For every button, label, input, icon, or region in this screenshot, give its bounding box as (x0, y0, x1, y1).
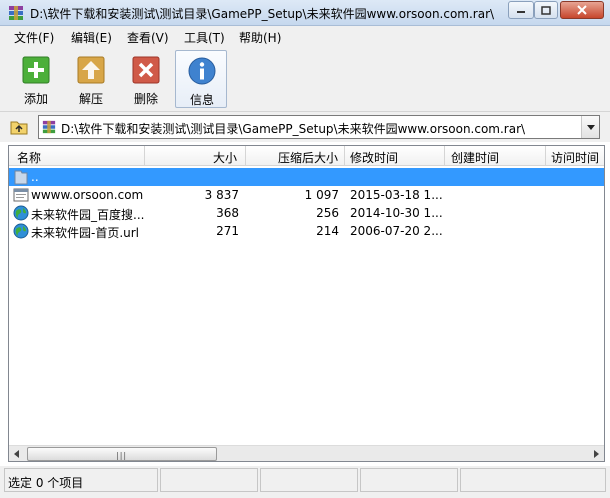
file-packed-size: 256 (316, 206, 339, 220)
file-size: 271 (216, 224, 239, 238)
status-text: 选定 0 个项目 (8, 476, 84, 490)
scroll-thumb[interactable]: ||| (27, 447, 217, 461)
file-size: 3 837 (204, 188, 239, 202)
grip-icon: ||| (116, 451, 128, 460)
add-icon (22, 56, 50, 84)
url-globe-icon (13, 205, 29, 221)
title-bar: D:\软件下载和安装测试\测试目录\GamePP_Setup\未来软件园www.… (0, 0, 610, 26)
file-size: 368 (216, 206, 239, 220)
delete-icon (132, 56, 160, 84)
status-pane-selection: 选定 0 个项目 (4, 468, 158, 492)
column-accessed[interactable]: 访问时间 (551, 149, 599, 166)
list-item[interactable]: 未来软件园-首页.url 271 214 2006-07-20 2... (9, 222, 604, 240)
path-bar: D:\软件下载和安装测试\测试目录\GamePP_Setup\未来软件园www.… (0, 112, 610, 142)
maximize-icon (541, 5, 551, 15)
file-name: wwww.orsoon.com (31, 188, 144, 202)
window-title: D:\软件下载和安装测试\测试目录\GamePP_Setup\未来软件园www.… (30, 7, 495, 21)
file-list[interactable]: 名称 大小 压缩后大小 修改时间 创建时间 访问时间 .. wwww.orsoo… (8, 145, 605, 462)
scroll-right-button[interactable] (588, 446, 604, 462)
add-button[interactable]: 添加 (10, 50, 62, 108)
menu-help[interactable]: 帮助(H) (239, 29, 281, 46)
column-divider[interactable] (545, 146, 546, 166)
arrow-left-icon (14, 450, 19, 458)
arrow-right-icon (594, 450, 599, 458)
column-packed-size[interactable]: 压缩后大小 (278, 149, 338, 166)
file-packed-size: 1 097 (304, 188, 339, 202)
horizontal-scrollbar[interactable]: ||| (9, 445, 604, 461)
delete-button[interactable]: 删除 (120, 50, 172, 108)
extract-label: 解压 (78, 92, 103, 106)
menu-file[interactable]: 文件(F) (14, 29, 54, 46)
file-modified: 2006-07-20 2... (350, 224, 443, 238)
url-globe-icon (13, 223, 29, 239)
menu-bar: 文件(F) 编辑(E) 查看(V) 工具(T) 帮助(H) (0, 26, 610, 46)
list-header: 名称 大小 压缩后大小 修改时间 创建时间 访问时间 (9, 146, 604, 166)
file-name: .. (31, 170, 39, 184)
column-divider[interactable] (444, 146, 445, 166)
file-modified: 2015-03-18 1... (350, 188, 443, 202)
column-created[interactable]: 创建时间 (451, 149, 499, 166)
delete-label: 删除 (133, 92, 158, 106)
close-icon (577, 5, 587, 15)
minimize-button[interactable] (508, 1, 534, 19)
column-modified[interactable]: 修改时间 (350, 149, 398, 166)
status-bar: 选定 0 个项目 (0, 466, 610, 498)
toolbar: 添加 解压 删除 信息 (0, 46, 610, 112)
column-divider[interactable] (344, 146, 345, 166)
extract-button[interactable]: 解压 (65, 50, 117, 108)
menu-tools[interactable]: 工具(T) (184, 29, 225, 46)
chevron-down-icon (587, 125, 595, 130)
status-pane (360, 468, 458, 492)
file-name: 未来软件园_百度搜... (31, 208, 145, 222)
list-item[interactable]: 未来软件园_百度搜... 368 256 2014-10-30 1... (9, 204, 604, 222)
folder-up-icon[interactable] (10, 119, 28, 135)
archive-icon (42, 120, 56, 134)
path-dropdown-button[interactable] (581, 116, 599, 138)
path-combobox[interactable]: D:\软件下载和安装测试\测试目录\GamePP_Setup\未来软件园www.… (38, 115, 600, 139)
column-size[interactable]: 大小 (213, 149, 237, 166)
menu-view[interactable]: 查看(V) (127, 29, 169, 46)
close-button[interactable] (560, 1, 604, 19)
rar-app-icon (9, 6, 23, 20)
maximize-button[interactable] (534, 1, 558, 19)
file-packed-size: 214 (316, 224, 339, 238)
column-divider[interactable] (144, 146, 145, 166)
info-label: 信息 (189, 93, 214, 107)
list-item[interactable]: .. (9, 168, 604, 186)
info-button[interactable]: 信息 (175, 50, 227, 108)
status-pane (460, 468, 606, 492)
add-label: 添加 (23, 92, 48, 106)
path-text: D:\软件下载和安装测试\测试目录\GamePP_Setup\未来软件园www.… (61, 122, 526, 136)
status-pane (160, 468, 258, 492)
file-icon (13, 188, 29, 202)
minimize-icon (517, 11, 525, 13)
column-name[interactable]: 名称 (17, 149, 41, 166)
extract-icon (77, 56, 105, 84)
scroll-left-button[interactable] (9, 446, 25, 462)
parent-folder-icon (14, 170, 28, 185)
list-item[interactable]: wwww.orsoon.com 3 837 1 097 2015-03-18 1… (9, 186, 604, 204)
column-divider[interactable] (245, 146, 246, 166)
file-modified: 2014-10-30 1... (350, 206, 443, 220)
file-name: 未来软件园-首页.url (31, 226, 140, 240)
status-pane (260, 468, 358, 492)
info-icon (188, 57, 216, 85)
menu-edit[interactable]: 编辑(E) (71, 29, 112, 46)
